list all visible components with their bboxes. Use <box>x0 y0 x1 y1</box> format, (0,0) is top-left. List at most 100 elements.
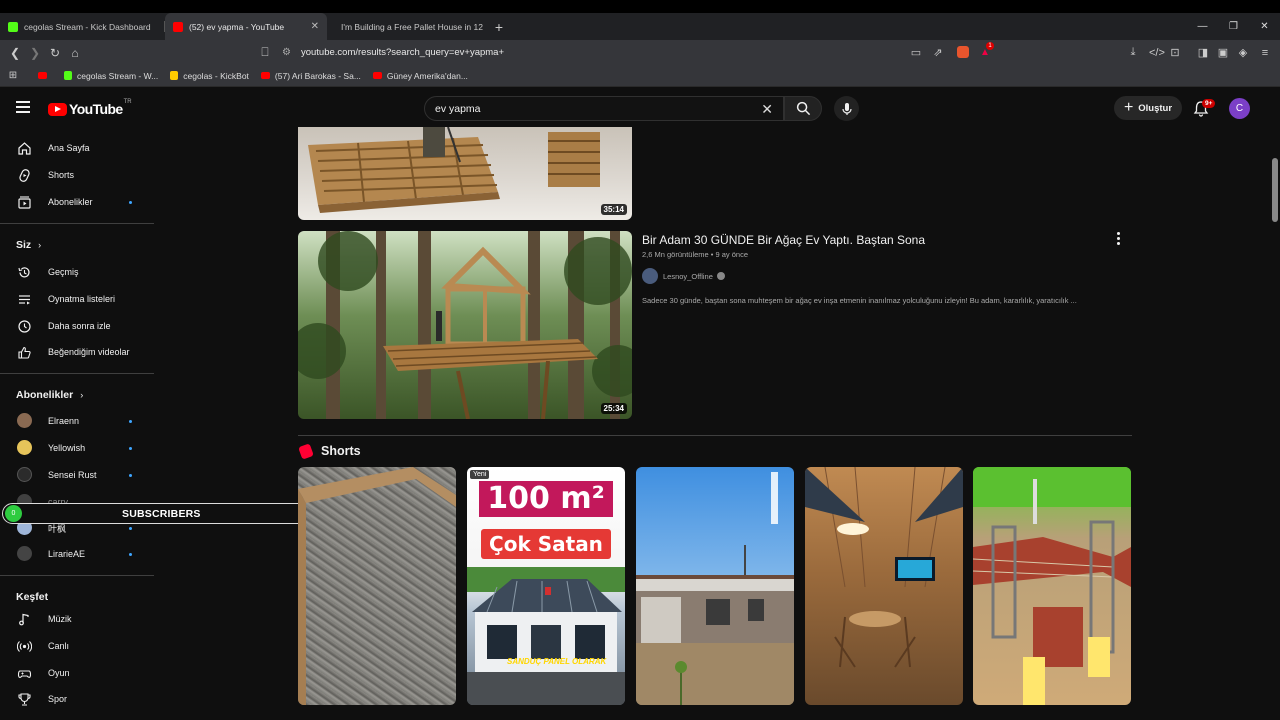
chevron-right-icon: › <box>38 240 42 250</box>
create-label: Oluştur <box>1138 102 1173 114</box>
video-channel[interactable]: Lesnoy_Offline <box>642 268 725 284</box>
vpn-icon[interactable]: ◈ <box>1237 46 1249 59</box>
sidebar-item-label: Canlı <box>48 641 70 651</box>
sidebar-toggle-icon[interactable]: ◨ <box>1197 46 1209 59</box>
new-content-dot <box>129 420 132 423</box>
sidebar-item-playlists[interactable]: Oynatma listeleri <box>0 286 154 312</box>
sidebar-item-live[interactable]: Canlı <box>0 633 154 659</box>
sidebar-item-sports[interactable]: Spor <box>0 686 154 712</box>
sidebar-item-watch-later[interactable]: Daha sonra izle <box>0 313 154 339</box>
watch-later-icon <box>18 320 31 333</box>
sidebar-item-history[interactable]: Geçmiş <box>0 259 154 285</box>
short-card-100m2[interactable]: Yeni 100 m² Çok Satan SANDUÇ PANEL OLARA… <box>467 467 625 705</box>
masthead: YouTube TR ev yapma ✕ + Oluştur 9+ C <box>0 88 1270 128</box>
sidebar-item-label: Geçmiş <box>48 267 79 277</box>
mini-foundation-art <box>973 467 1131 705</box>
bookmark-item[interactable]: cegolas - KickBot <box>170 71 249 81</box>
video-thumbnail-treehouse[interactable]: 25:34 <box>298 231 632 419</box>
sidebar-item-label: Daha sonra izle <box>48 321 111 331</box>
sidebar-item-label: Oynatma listeleri <box>48 294 116 304</box>
sidebar-you-header[interactable]: Siz › <box>16 239 41 251</box>
sidebar-item-home[interactable]: Ana Sayfa <box>0 135 154 161</box>
sidebar-channel-yellowish[interactable]: Yellowish <box>0 435 154 461</box>
sidebar-channel-sensei-rust[interactable]: Sensei Rust <box>0 462 154 488</box>
sidebar-item-label: Shorts <box>48 170 75 180</box>
wallet-icon[interactable]: ▣ <box>1217 46 1229 59</box>
bookmark-icon[interactable]: ⎕ <box>255 45 275 60</box>
scrollbar-thumb[interactable] <box>1272 158 1278 222</box>
guide-menu-icon[interactable] <box>16 101 30 113</box>
house-render-art <box>467 567 625 705</box>
home-icon <box>18 142 31 155</box>
tab-close-icon[interactable]: ✕ <box>311 21 319 32</box>
cast-icon[interactable]: ▭ <box>910 46 922 59</box>
window-close-icon[interactable]: ✕ <box>1249 13 1280 40</box>
youtube-play-icon <box>48 102 67 116</box>
short-card-mini-foundation[interactable] <box>973 467 1131 705</box>
download-icon[interactable]: ⤓ <box>1127 46 1139 59</box>
page-scrollbar[interactable] <box>1270 88 1280 720</box>
new-tab-icon[interactable]: + <box>487 19 511 35</box>
new-content-dot <box>129 553 132 556</box>
pallet-thumbnail-art <box>308 127 600 213</box>
url-field[interactable]: ⚙ youtube.com/results?search_query=ev+ya… <box>282 43 1002 62</box>
shorts-shelf-header: Shorts <box>298 442 361 460</box>
voice-search-button[interactable] <box>834 96 859 121</box>
address-bar-row: ❮ ❯ ↻ ⌂ ⎕ ⚙ youtube.com/results?search_q… <box>0 40 1280 65</box>
sidebar-item-music[interactable]: Müzik <box>0 606 154 632</box>
bookmark-item[interactable]: (57) Ari Barokas - Sa... <box>260 71 361 81</box>
brave-shield-icon[interactable] <box>957 46 969 58</box>
sidebar-item-gaming[interactable]: Oyun <box>0 660 154 686</box>
account-avatar[interactable]: C <box>1229 98 1250 119</box>
clear-search-icon[interactable]: ✕ <box>761 101 773 118</box>
guide-sidebar: Ana Sayfa Shorts Abonelikler Siz › Geçmi… <box>0 128 154 720</box>
overlay-label: SUBSCRIBERS <box>122 508 201 520</box>
bookmark-item[interactable]: Güney Amerika'dan... <box>372 71 468 81</box>
browser-tab-kick[interactable]: cegolas Stream - Kick Dashboard <box>0 13 165 40</box>
restore-icon[interactable]: ❐ <box>1218 13 1249 40</box>
section-title: Abonelikler <box>16 389 74 401</box>
bookmark-item[interactable] <box>38 72 52 79</box>
sidebar-subscriptions-header[interactable]: Abonelikler › <box>16 389 83 401</box>
create-button[interactable]: + Oluştur <box>1114 96 1182 120</box>
sidebar-channel-lirarieae[interactable]: LirarieAE <box>0 541 154 567</box>
share-icon[interactable]: ⇗ <box>932 46 944 59</box>
search-button[interactable] <box>784 96 822 121</box>
minimize-icon[interactable]: — <box>1187 13 1218 40</box>
short-card-modular-house[interactable] <box>636 467 794 705</box>
reload-icon[interactable]: ↻ <box>45 46 65 60</box>
sidebar-item-label: Ana Sayfa <box>48 143 90 153</box>
apps-grid-icon[interactable]: ⊞ <box>0 70 26 81</box>
browser-tab-youtube[interactable]: (52) ev yapma - YouTube ✕ <box>165 13 327 40</box>
short-card-gravel[interactable] <box>298 467 456 705</box>
menu-icon[interactable]: ≡ <box>1259 47 1271 59</box>
bookmark-item[interactable]: cegolas Stream - W... <box>64 71 158 81</box>
sidebar-item-label: Spor <box>48 694 68 704</box>
notification-count-badge: 9+ <box>1202 99 1216 108</box>
sidebar-channel-elraenn[interactable]: Elraenn <box>0 408 154 434</box>
screenshot-icon[interactable]: ⊡ <box>1169 46 1181 59</box>
site-info-icon[interactable]: ⚙ <box>282 47 291 58</box>
sidebar-item-shorts[interactable]: Shorts <box>0 162 154 188</box>
video-thumbnail-pallet[interactable]: 35:14 <box>298 127 632 220</box>
search-input[interactable]: ev yapma ✕ <box>424 96 784 121</box>
history-icon <box>18 267 30 278</box>
gaming-icon <box>17 670 32 678</box>
devtools-icon[interactable]: </> <box>1149 47 1165 59</box>
more-actions-icon[interactable] <box>1116 232 1120 245</box>
channel-avatar <box>17 440 32 455</box>
sidebar-item-subscriptions[interactable]: Abonelikler <box>0 189 154 215</box>
channel-name: Lesnoy_Offline <box>663 271 713 281</box>
youtube-logo[interactable]: YouTube TR <box>48 99 132 117</box>
playlist-icon <box>19 295 30 305</box>
sidebar-item-liked-videos[interactable]: Beğendiğim videolar <box>0 339 154 365</box>
back-icon[interactable]: ❮ <box>5 46 25 60</box>
short-card-wood-interior[interactable] <box>805 467 963 705</box>
video-title[interactable]: Bir Adam 30 GÜNDE Bir Ağaç Ev Yaptı. Baş… <box>642 233 925 247</box>
forward-icon[interactable]: ❯ <box>25 46 45 60</box>
browser-tab-pallet[interactable]: I'm Building a Free Pallet House in 12 <box>327 13 487 40</box>
sidebar-item-label: Beğendiğim videolar <box>48 347 130 357</box>
music-icon <box>19 613 29 626</box>
tab-title: I'm Building a Free Pallet House in 12 <box>341 21 483 32</box>
home-browser-icon[interactable]: ⌂ <box>65 46 85 60</box>
